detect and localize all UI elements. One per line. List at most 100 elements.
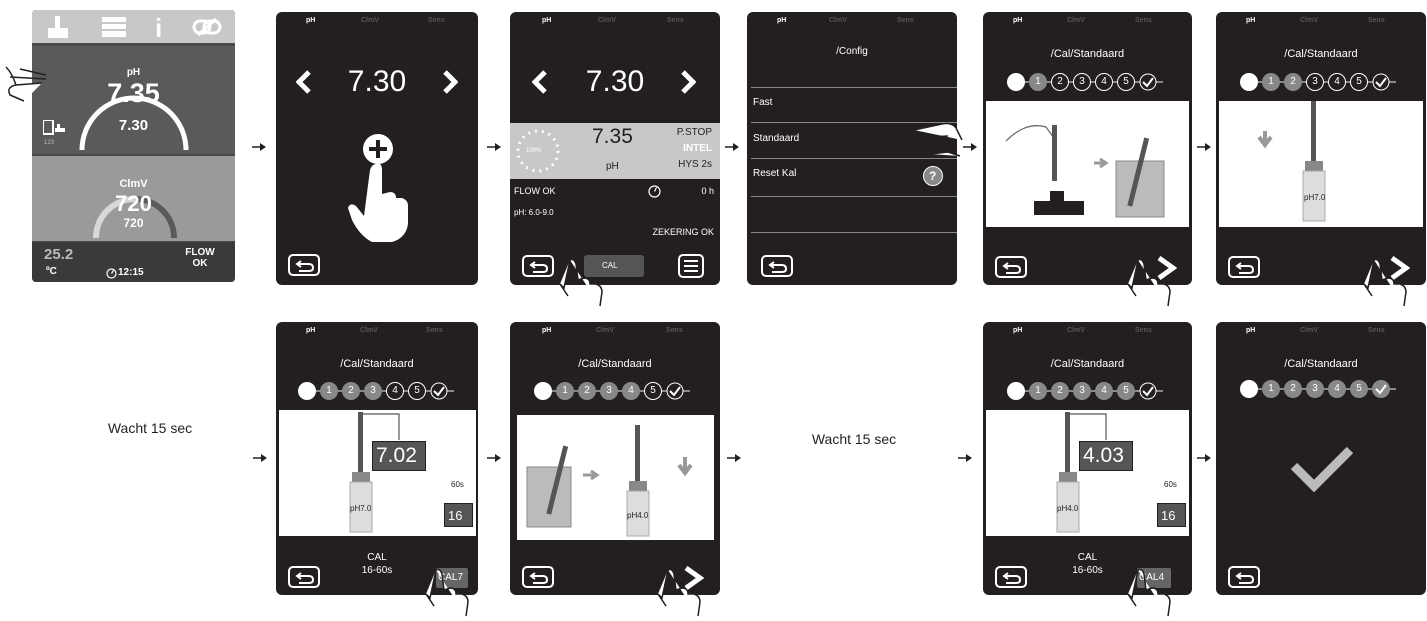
status-line1: CAL [367, 552, 387, 563]
tab-sens[interactable]: Sens [666, 327, 683, 334]
tab-ph[interactable]: pH [1246, 17, 1255, 24]
tab-clmv[interactable]: ClmV [1300, 17, 1318, 24]
tab-sens[interactable]: Sens [1135, 327, 1152, 334]
back-button[interactable] [1228, 566, 1260, 588]
meter-label: 123 [44, 140, 55, 146]
ph-label: pH [606, 161, 619, 172]
menu-icon [684, 260, 698, 272]
step-5: 5 [408, 382, 426, 400]
tab-ph[interactable]: pH [1013, 327, 1022, 334]
screen-path: /Config [836, 46, 868, 57]
step-1: 1 [556, 382, 574, 400]
tab-ph[interactable]: pH [1246, 327, 1255, 334]
tab-clmv[interactable]: ClmV [1067, 327, 1085, 334]
tab-sens[interactable]: Sens [428, 17, 445, 24]
tab-ph[interactable]: pH [777, 17, 786, 24]
step-beaker [1240, 73, 1258, 91]
bottle-label: pH4.0 [1057, 504, 1079, 513]
reading-value: 4.03 [1083, 444, 1124, 467]
tab-sens[interactable]: Sens [667, 17, 684, 24]
tab-clmv[interactable]: ClmV [360, 327, 378, 334]
reading-display: 7.02 [372, 441, 426, 471]
step-beaker [1007, 73, 1025, 91]
tab-clmv[interactable]: ClmV [1067, 17, 1085, 24]
back-button[interactable] [761, 255, 793, 277]
wait-instruction: Wacht 15 sec [811, 431, 897, 447]
link-icon[interactable] [192, 18, 222, 36]
tab-ph[interactable]: pH [306, 17, 315, 24]
config-item-reset[interactable]: Reset Kal [753, 168, 796, 179]
tab-clmv[interactable]: ClmV [1300, 327, 1318, 334]
pstop-label: P.STOP [676, 127, 712, 138]
step-indicator: 1 2 3 4 5 [298, 382, 460, 400]
instruction-image [986, 101, 1189, 227]
table-icon[interactable] [102, 17, 126, 37]
back-button[interactable] [288, 566, 320, 588]
tab-sens[interactable]: Sens [1368, 327, 1385, 334]
tab-sens[interactable]: Sens [1135, 17, 1152, 24]
chevron-right-icon[interactable] [442, 70, 458, 94]
flow-arrow-icon [252, 143, 266, 151]
pointing-hand-icon [1363, 258, 1407, 307]
ph-range: pH: 6.0-9.0 [514, 208, 554, 217]
config-item-standaard[interactable]: Standaard [753, 133, 799, 144]
tab-clmv[interactable]: ClmV [596, 327, 614, 334]
back-arrow-icon [1002, 572, 1022, 584]
tab-clmv[interactable]: ClmV [361, 17, 379, 24]
tab-clmv[interactable]: ClmV [598, 17, 616, 24]
step-5: 5 [1350, 73, 1368, 91]
step-beaker [534, 382, 552, 400]
back-arrow-icon [1002, 262, 1022, 274]
config-item-fast[interactable]: Fast [753, 97, 772, 108]
bottle-label: pH4.0 [627, 511, 649, 520]
insert-ph7-illustration [1257, 101, 1326, 222]
menu-button[interactable] [678, 254, 704, 278]
flow-line2: OK [192, 258, 208, 269]
ph-panel[interactable]: pH 7.35 7.30 123 [32, 46, 235, 154]
back-button[interactable] [522, 566, 554, 588]
check-step-icon [1139, 73, 1157, 91]
tab-clmv[interactable]: ClmV [829, 17, 847, 24]
tab-ph[interactable]: pH [1013, 17, 1022, 24]
chart-icon[interactable] [48, 16, 68, 38]
step-1: 1 [1029, 382, 1047, 400]
flow-arrow-icon [1197, 143, 1211, 151]
step-5: 5 [644, 382, 662, 400]
tab-sens[interactable]: Sens [897, 17, 914, 24]
cal-done-screen: pH ClmV Sens /Cal/Standaard 1 2 3 4 5 [1216, 322, 1426, 595]
time-label: 60s [1164, 480, 1177, 489]
bottle-label: pH7.0 [1304, 193, 1326, 202]
back-button[interactable] [995, 566, 1027, 588]
pointing-hand-icon [1127, 568, 1171, 617]
cal-ph4-screen: pH ClmV Sens /Cal/Standaard 1 2 3 4 5 4.… [983, 322, 1192, 595]
top-toolbar: i [32, 10, 235, 43]
info-icon[interactable]: i [155, 13, 162, 44]
back-button[interactable] [288, 254, 320, 276]
step-1: 1 [320, 382, 338, 400]
clmv-setpoint: 720 [123, 216, 144, 230]
clmv-panel[interactable]: ClmV 720 720 [32, 156, 235, 241]
step-3: 3 [1306, 380, 1324, 398]
status-line1: CAL [1077, 552, 1098, 563]
back-button[interactable] [522, 255, 554, 277]
tab-sens[interactable]: Sens [1368, 17, 1385, 24]
chevron-right-icon[interactable] [680, 70, 696, 94]
tab-ph[interactable]: pH [542, 17, 551, 24]
check-step-icon [1372, 73, 1390, 91]
tab-ph[interactable]: pH [306, 327, 315, 334]
step-3: 3 [1306, 73, 1324, 91]
back-button[interactable] [1228, 256, 1260, 278]
countdown-value: 16 [448, 508, 463, 523]
ph-value: 7.35 [592, 125, 633, 148]
home-screen: pH ClmV Sens 7.30 100% 7.35 pH P.STOP IN… [510, 12, 720, 285]
step-4: 4 [1095, 73, 1113, 91]
step-4: 4 [622, 382, 640, 400]
back-button[interactable] [995, 256, 1027, 278]
step-3: 3 [1073, 73, 1091, 91]
tab-ph[interactable]: pH [542, 327, 551, 334]
help-button[interactable]: ? [923, 166, 943, 186]
step-indicator: 1 2 3 4 5 [1240, 380, 1402, 398]
tab-sens[interactable]: Sens [426, 327, 443, 334]
instruction-image: 7.02 pH7.0 60s 16 [279, 410, 476, 536]
step-2: 2 [1051, 73, 1069, 91]
